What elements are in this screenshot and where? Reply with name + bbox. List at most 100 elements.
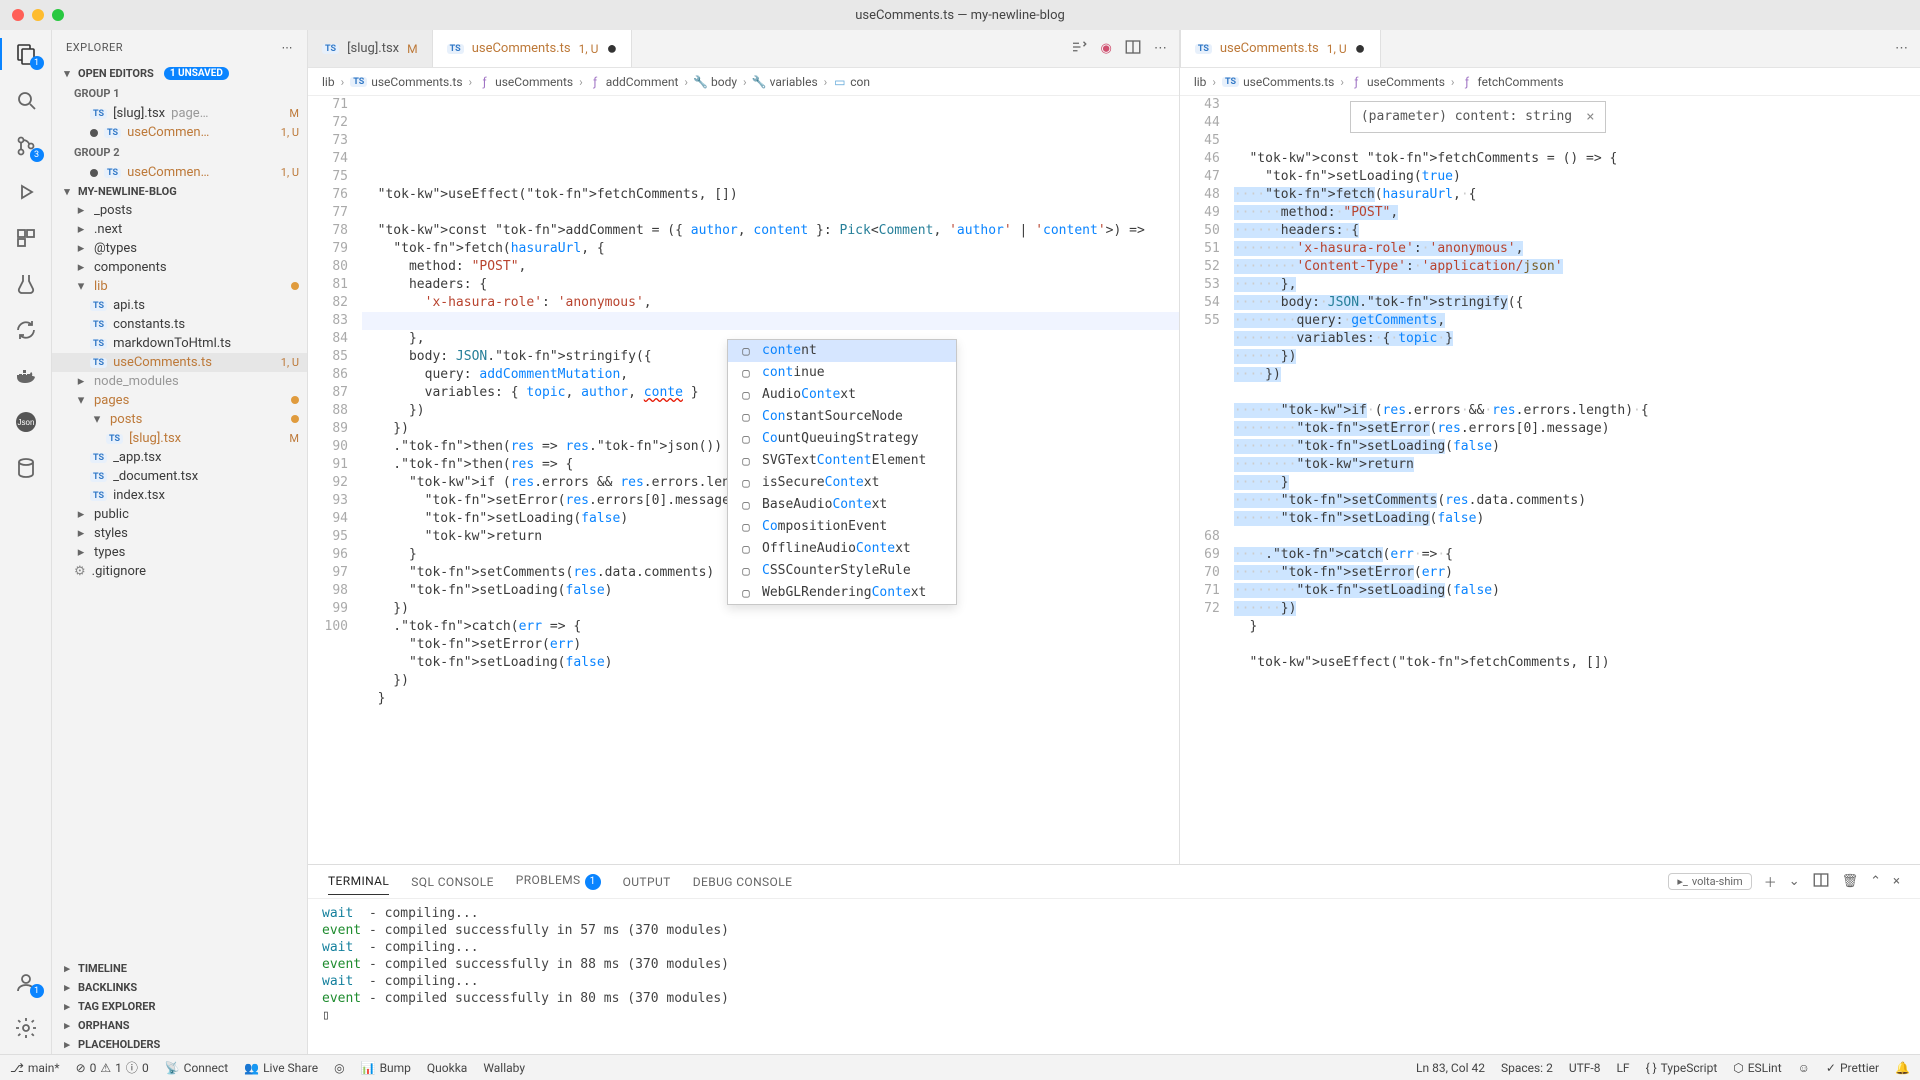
autocomplete-item[interactable]: ▢BaseAudioContext [728,494,956,516]
folder-posts[interactable]: _posts [52,201,307,220]
activity-explorer-icon[interactable]: 1 [12,40,40,68]
status-quokka[interactable]: Quokka [427,1061,467,1075]
autocomplete-item[interactable]: ▢content [728,340,956,362]
activity-run-debug-icon[interactable] [12,178,40,206]
open-editors-section[interactable]: OPEN EDITORS 1 UNSAVED [52,64,307,83]
file-constants[interactable]: TSconstants.ts [52,315,307,334]
bc-symbol[interactable]: ƒaddComment [589,75,679,89]
run-file-icon[interactable]: ◉ [1100,41,1111,56]
panel-tab-sql[interactable]: SQL CONSOLE [411,869,494,895]
bc-symbol[interactable]: 🔧body [694,75,737,89]
file-slug[interactable]: TS[slug].tsxM [52,429,307,448]
status-eol[interactable]: LF [1616,1061,1629,1075]
bc-symbol[interactable]: ƒuseComments [1350,75,1445,89]
breadcrumbs-left[interactable]: lib› TSuseComments.ts› ƒuseComments› ƒad… [308,68,1179,96]
status-connect[interactable]: 📡Connect [165,1061,228,1075]
status-encoding[interactable]: UTF-8 [1569,1061,1601,1075]
bc-folder[interactable]: lib [322,75,335,89]
folder-public[interactable]: public [52,505,307,524]
autocomplete-item[interactable]: ▢OfflineAudioContext [728,538,956,560]
file-index[interactable]: TSindex.tsx [52,486,307,505]
autocomplete-item[interactable]: ▢CSSCounterStyleRule [728,560,956,582]
timeline-section[interactable]: TIMELINE [52,959,307,978]
activity-testing-icon[interactable] [12,270,40,298]
activity-settings-icon[interactable] [12,1014,40,1042]
folder-at-types[interactable]: @types [52,239,307,258]
bc-symbol[interactable]: ƒuseComments [478,75,573,89]
activity-json-icon[interactable]: Json [12,408,40,436]
bc-symbol[interactable]: 🔧variables [753,75,818,89]
code-editor-right[interactable]: 434445464748495051525354556869707172 (pa… [1180,96,1920,864]
status-cursor-pos[interactable]: Ln 83, Col 42 [1416,1061,1485,1075]
tab-usecomments[interactable]: TSuseComments.ts1, U● [433,30,633,67]
autocomplete-item[interactable]: ▢AudioContext [728,384,956,406]
activity-database-icon[interactable] [12,454,40,482]
window-close[interactable] [12,9,24,21]
bc-folder[interactable]: lib [1194,75,1207,89]
status-prettier[interactable]: ✓Prettier [1826,1061,1879,1075]
new-terminal-icon[interactable]: ＋ [1764,872,1777,891]
file-gitignore[interactable]: ⚙.gitignore [52,562,307,581]
panel-tab-debug[interactable]: DEBUG CONSOLE [693,869,793,895]
status-indent[interactable]: Spaces: 2 [1501,1061,1553,1075]
autocomplete-popup[interactable]: ▢content▢continue▢AudioContext▢ConstantS… [727,339,957,605]
close-panel-icon[interactable]: × [1893,874,1900,889]
activity-source-control-icon[interactable]: 3 [12,132,40,160]
bc-symbol[interactable]: ▭con [833,75,870,89]
file-api[interactable]: TSapi.ts [52,296,307,315]
explorer-more-icon[interactable]: ⋯ [282,41,294,54]
autocomplete-item[interactable]: ▢isSecureContext [728,472,956,494]
close-icon[interactable]: × [1586,108,1594,126]
bc-file[interactable]: TSuseComments.ts [1222,75,1334,89]
window-minimize[interactable] [32,9,44,21]
status-branch[interactable]: ⎇main* [10,1061,60,1075]
panel-tab-terminal[interactable]: TERMINAL [328,868,389,895]
folder-components[interactable]: components [52,258,307,277]
file-usecomments[interactable]: TSuseComments.ts1, U [52,353,307,372]
folder-node-modules[interactable]: node_modules [52,372,307,391]
folder-styles[interactable]: styles [52,524,307,543]
terminal-shell-chip[interactable]: ▸_volta-shim [1668,873,1751,890]
bc-file[interactable]: TSuseComments.ts [350,75,462,89]
placeholders-section[interactable]: PLACEHOLDERS [52,1035,307,1054]
backlinks-section[interactable]: BACKLINKS [52,978,307,997]
activity-search-icon[interactable] [12,86,40,114]
breadcrumbs-right[interactable]: lib› TSuseComments.ts› ƒuseComments› ƒfe… [1180,68,1920,96]
open-editor-slug[interactable]: TS [slug].tsx page… M [52,104,307,123]
folder-lib[interactable]: lib [52,277,307,296]
folder-types[interactable]: types [52,543,307,562]
file-markdown[interactable]: TSmarkdownToHtml.ts [52,334,307,353]
status-diagnostics[interactable]: ⊘0 ⚠1 ⓘ0 [76,1059,149,1076]
autocomplete-item[interactable]: ▢WebGLRenderingContext [728,582,956,604]
status-notifications-icon[interactable]: 🔔 [1895,1061,1910,1075]
maximize-panel-icon[interactable]: ⌃ [1870,874,1881,889]
autocomplete-item[interactable]: ▢continue [728,362,956,384]
activity-docker-icon[interactable] [12,362,40,390]
orphans-section[interactable]: ORPHANS [52,1016,307,1035]
tag-explorer-section[interactable]: TAG EXPLORER [52,997,307,1016]
activity-extensions-icon[interactable] [12,224,40,252]
tab-usecomments-right[interactable]: TSuseComments.ts1, U● [1181,30,1381,67]
activity-remote-sync-icon[interactable] [12,316,40,344]
status-bump[interactable]: 📊Bump [361,1061,411,1075]
status-feedback-icon[interactable]: ☺ [1798,1061,1810,1075]
tab-slug[interactable]: TS[slug].tsxM [308,30,433,67]
window-zoom[interactable] [52,9,64,21]
status-wallaby[interactable]: Wallaby [483,1061,525,1075]
code-editor-left[interactable]: 7172737475767778798081828384858687888990… [308,96,1179,864]
panel-tab-output[interactable]: OUTPUT [623,869,671,895]
panel-tab-problems[interactable]: PROBLEMS1 [516,867,601,896]
kill-terminal-icon[interactable]: 🗑 [1842,874,1859,889]
status-target[interactable]: ◎ [334,1061,344,1075]
autocomplete-item[interactable]: ▢CompositionEvent [728,516,956,538]
more-actions-icon[interactable]: ⋯ [1895,41,1908,56]
folder-next[interactable]: .next [52,220,307,239]
status-liveshare[interactable]: 👥Live Share [244,1061,318,1075]
split-editor-icon[interactable] [1124,38,1142,60]
terminal-dropdown-icon[interactable]: ⌄ [1789,874,1800,889]
autocomplete-item[interactable]: ▢SVGTextContentElement [728,450,956,472]
folder-section[interactable]: MY-NEWLINE-BLOG [52,182,307,201]
status-language[interactable]: { }TypeScript [1646,1061,1718,1075]
file-document[interactable]: TS_document.tsx [52,467,307,486]
autocomplete-item[interactable]: ▢ConstantSourceNode [728,406,956,428]
